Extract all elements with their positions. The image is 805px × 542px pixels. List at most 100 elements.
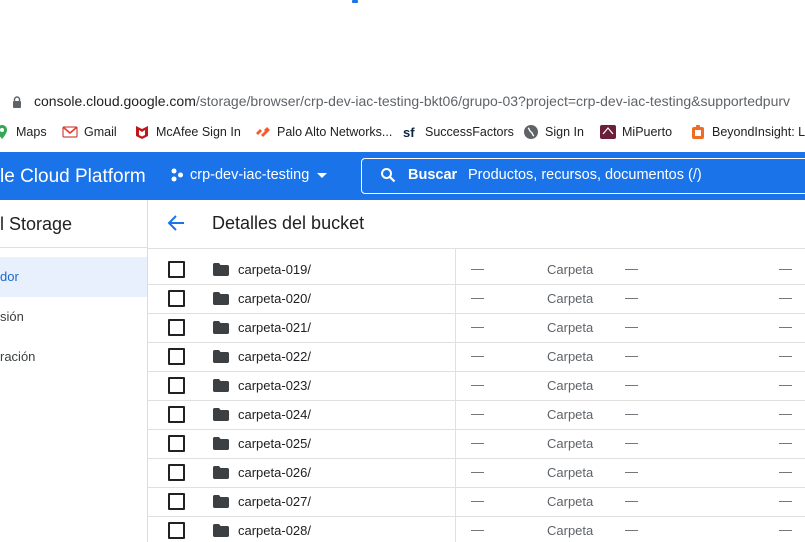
svg-text:sf: sf — [403, 125, 415, 140]
type-cell: Carpeta — [547, 494, 594, 509]
folder-icon — [213, 437, 229, 453]
folder-icon — [213, 524, 229, 540]
created-cell: — — [625, 522, 638, 537]
divider — [0, 247, 147, 248]
bookmark-mcafee[interactable]: McAfee Sign In — [134, 124, 241, 140]
top-edge-mark — [352, 0, 358, 3]
folder-name-link[interactable]: carpeta-023/ — [238, 378, 311, 393]
row-checkbox[interactable] — [168, 261, 185, 278]
sidebar-item-settings[interactable]: ración — [0, 337, 147, 377]
size-cell: — — [471, 435, 484, 450]
table-row[interactable]: carpeta-023/ — Carpeta — — — [148, 371, 805, 401]
row-checkbox[interactable] — [168, 435, 185, 452]
sidebar-item-label: dor — [0, 269, 19, 284]
gmail-icon — [62, 126, 78, 138]
size-cell: — — [471, 464, 484, 479]
project-icon — [171, 168, 183, 182]
beyondinsight-icon — [692, 125, 704, 139]
chevron-down-icon — [317, 173, 328, 178]
bookmark-mipuerto[interactable]: MiPuerto — [600, 124, 672, 140]
bookmark-label: BeyondInsight: Lo — [712, 125, 805, 139]
bookmark-label: McAfee Sign In — [156, 125, 241, 139]
type-cell: Carpeta — [547, 436, 594, 451]
storage-class-cell: — — [779, 522, 792, 537]
storage-class-cell: — — [779, 464, 792, 479]
table-row[interactable]: carpeta-026/ — Carpeta — — — [148, 458, 805, 488]
table-row[interactable]: carpeta-025/ — Carpeta — — — [148, 429, 805, 459]
project-selector[interactable]: crp-dev-iac-testing — [170, 167, 329, 183]
bookmark-label: Maps — [16, 125, 47, 139]
row-checkbox[interactable] — [168, 377, 185, 394]
folder-name-link[interactable]: carpeta-028/ — [238, 523, 311, 538]
folder-name-link[interactable]: carpeta-019/ — [238, 262, 311, 277]
lock-icon — [13, 96, 21, 108]
folder-icon — [213, 321, 229, 337]
row-checkbox[interactable] — [168, 290, 185, 307]
back-arrow-icon[interactable] — [166, 214, 186, 232]
row-checkbox[interactable] — [168, 348, 185, 365]
bookmark-maps[interactable]: Maps — [0, 124, 47, 140]
bookmark-signin[interactable]: Sign In — [523, 124, 584, 140]
row-checkbox[interactable] — [168, 522, 185, 539]
table-row[interactable]: carpeta-019/ — Carpeta — — — [148, 255, 805, 285]
table-row[interactable]: carpeta-024/ — Carpeta — — — [148, 400, 805, 430]
row-checkbox[interactable] — [168, 464, 185, 481]
page-header: Detalles del bucket — [148, 200, 805, 249]
folder-name-link[interactable]: carpeta-027/ — [238, 494, 311, 509]
type-cell: Carpeta — [547, 262, 594, 277]
size-cell: — — [471, 377, 484, 392]
created-cell: — — [625, 435, 638, 450]
row-checkbox[interactable] — [168, 319, 185, 336]
platform-title[interactable]: le Cloud Platform — [0, 166, 146, 188]
size-cell: — — [471, 290, 484, 305]
bookmark-successfactors[interactable]: sf SuccessFactors — [403, 124, 514, 140]
table-row[interactable]: carpeta-028/ — Carpeta — — — [148, 516, 805, 542]
maps-icon — [0, 125, 7, 139]
folder-icon — [213, 350, 229, 366]
row-checkbox[interactable] — [168, 493, 185, 510]
url-text[interactable]: console.cloud.google.com/storage/browser… — [34, 93, 790, 109]
folder-icon — [213, 379, 229, 395]
sidebar-item-monitoring[interactable]: sión — [0, 297, 147, 337]
search-input[interactable]: Productos, recursos, documentos (/) — [468, 167, 702, 183]
created-cell: — — [625, 464, 638, 479]
created-cell: — — [625, 319, 638, 334]
folder-icon — [213, 292, 229, 308]
table-row[interactable]: carpeta-020/ — Carpeta — — — [148, 284, 805, 314]
table-row[interactable]: carpeta-022/ — Carpeta — — — [148, 342, 805, 372]
created-cell: — — [625, 377, 638, 392]
bookmark-label: Palo Alto Networks... — [277, 125, 393, 139]
folder-name-link[interactable]: carpeta-020/ — [238, 291, 311, 306]
bookmark-paloalto[interactable]: Palo Alto Networks... — [255, 124, 392, 140]
type-cell: Carpeta — [547, 523, 594, 538]
sidebar-item-label: sión — [0, 309, 24, 324]
folder-name-link[interactable]: carpeta-021/ — [238, 320, 311, 335]
table-row[interactable]: carpeta-027/ — Carpeta — — — [148, 487, 805, 517]
type-cell: Carpeta — [547, 407, 594, 422]
type-cell: Carpeta — [547, 378, 594, 393]
folder-name-link[interactable]: carpeta-022/ — [238, 349, 311, 364]
type-cell: Carpeta — [547, 465, 594, 480]
search-box[interactable]: Buscar Productos, recursos, documentos (… — [361, 158, 805, 194]
table-row[interactable]: carpeta-021/ — Carpeta — — — [148, 313, 805, 343]
bookmark-label: SuccessFactors — [425, 125, 514, 139]
size-cell: — — [471, 406, 484, 421]
row-checkbox[interactable] — [168, 406, 185, 423]
storage-class-cell: — — [779, 493, 792, 508]
size-cell: — — [471, 348, 484, 363]
type-cell: Carpeta — [547, 349, 594, 364]
sidebar-title: l Storage — [0, 214, 73, 234]
folder-name-link[interactable]: carpeta-024/ — [238, 407, 311, 422]
folder-name-link[interactable]: carpeta-026/ — [238, 465, 311, 480]
sidebar-item-browser[interactable]: dor — [0, 257, 147, 297]
globe-icon — [524, 125, 538, 139]
sidebar-item-label: ración — [0, 349, 36, 364]
search-button[interactable]: Buscar — [408, 167, 457, 183]
bookmark-beyondinsight[interactable]: BeyondInsight: Lo — [690, 124, 805, 140]
address-bar[interactable]: console.cloud.google.com/storage/browser… — [0, 88, 805, 116]
bookmark-label: MiPuerto — [622, 125, 673, 139]
folder-name-link[interactable]: carpeta-025/ — [238, 436, 311, 451]
created-cell: — — [625, 348, 638, 363]
folder-icon — [213, 495, 229, 511]
bookmark-gmail[interactable]: Gmail — [62, 124, 117, 140]
